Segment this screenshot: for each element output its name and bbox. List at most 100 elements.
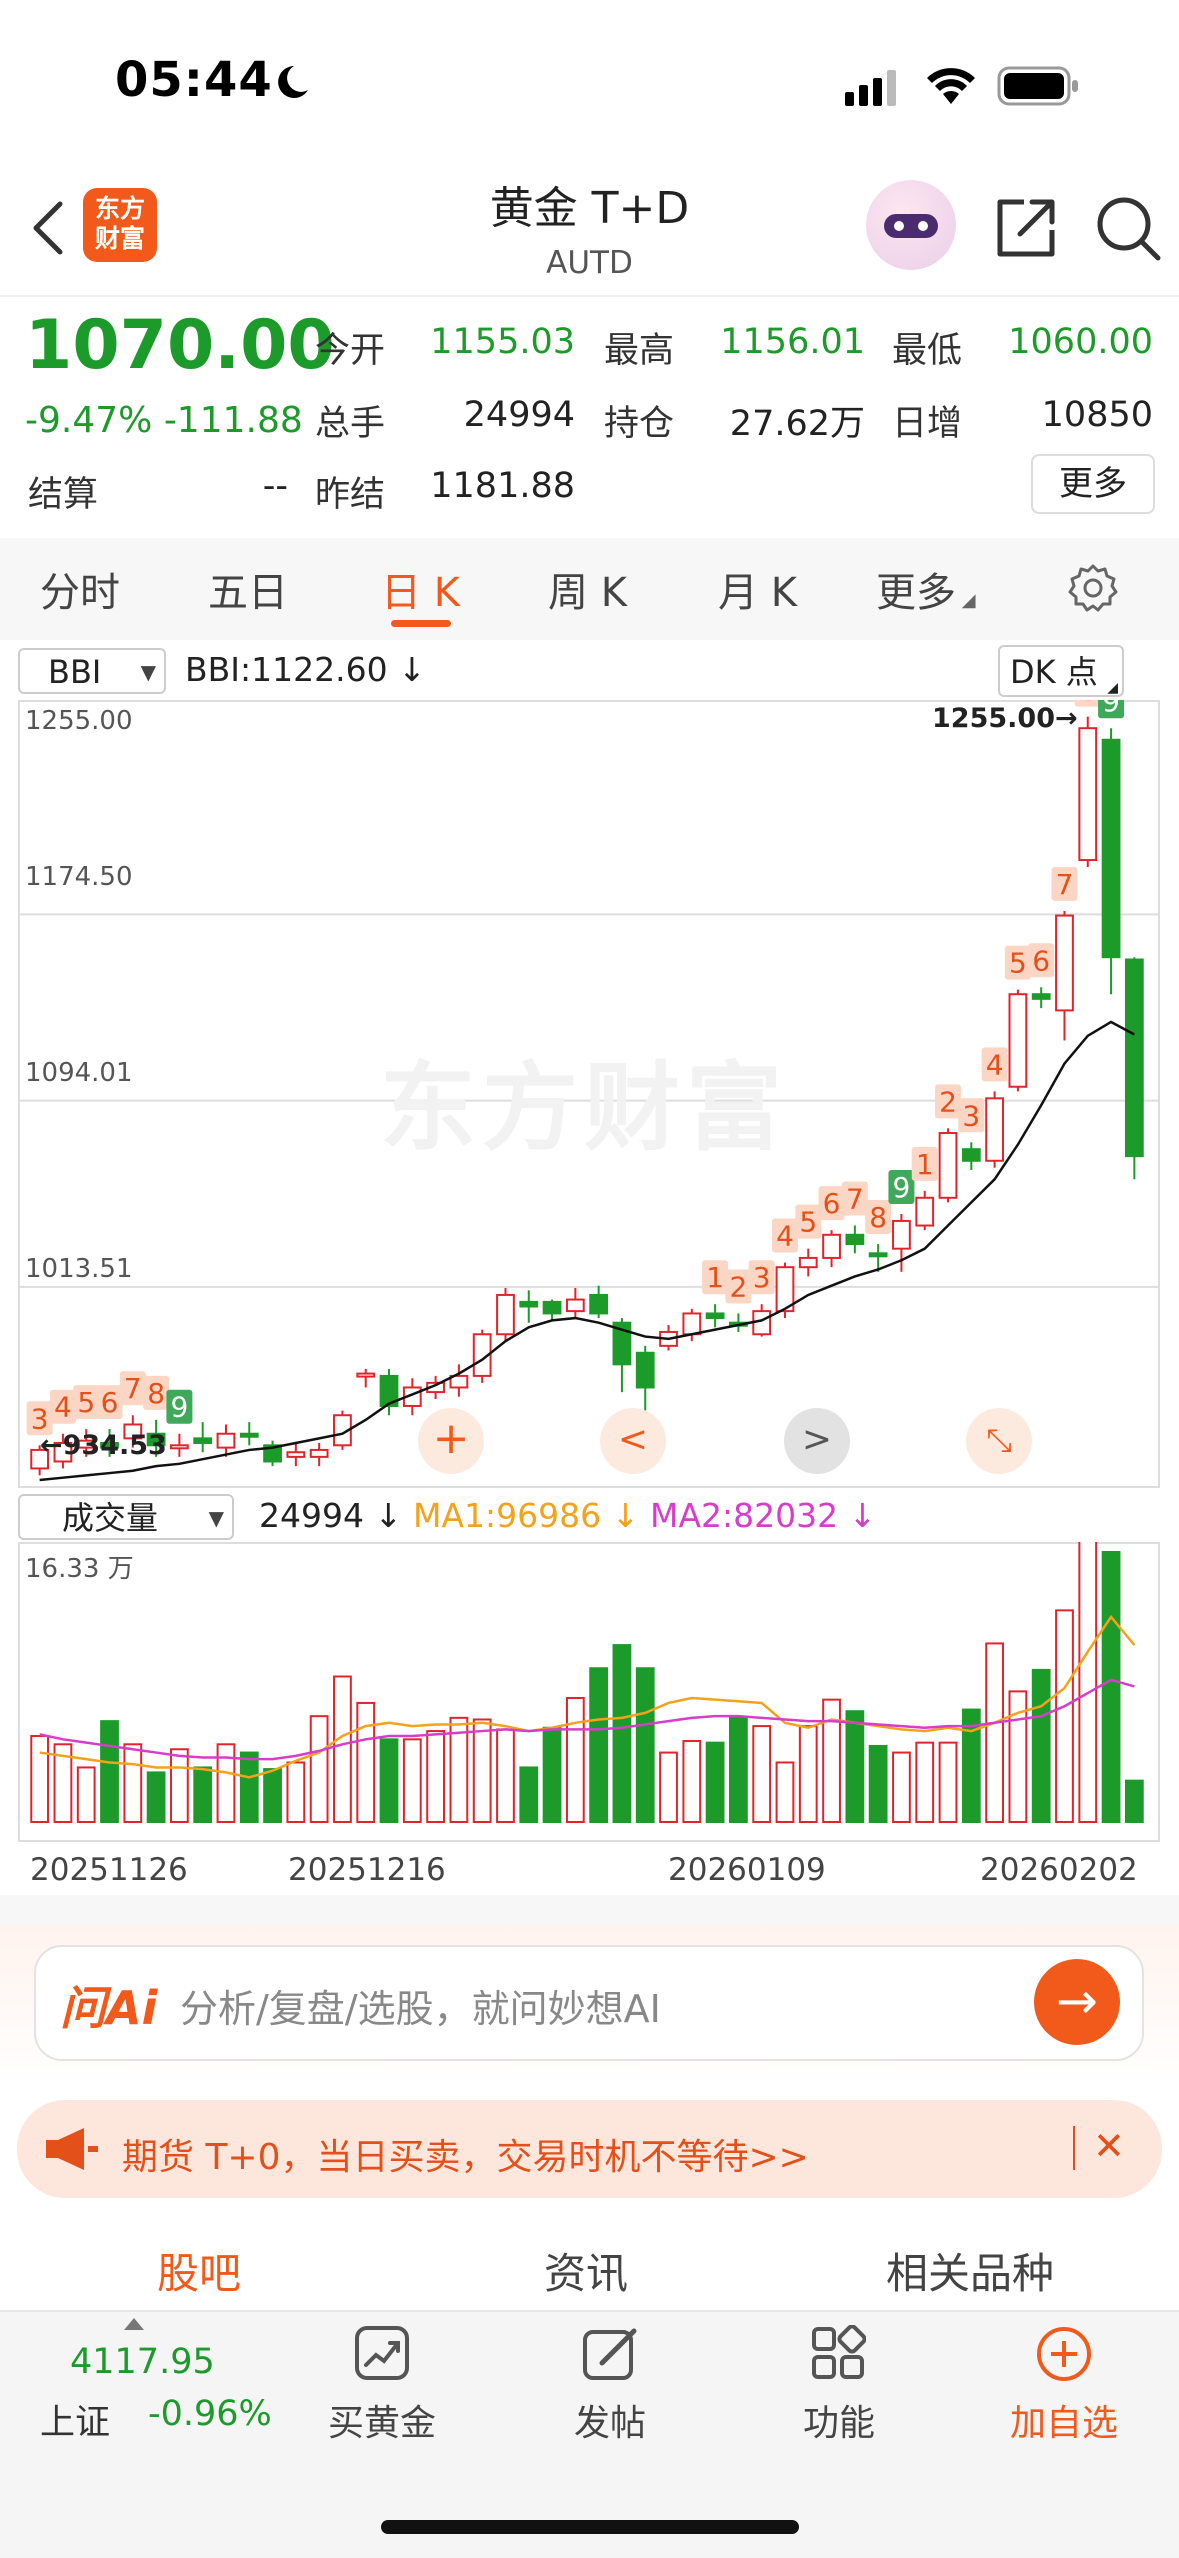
td-mark-number: 4 bbox=[776, 1220, 794, 1253]
td-mark-number: 6 bbox=[823, 1187, 841, 1220]
volume-bar bbox=[752, 1725, 772, 1823]
change-absolute: -111.88 bbox=[163, 400, 303, 441]
td-mark: 7 bbox=[841, 1181, 868, 1216]
volume-bar bbox=[472, 1718, 492, 1824]
volume-bar bbox=[333, 1675, 352, 1823]
nav-add-watchlist[interactable]: 加自选 bbox=[1010, 2394, 1118, 2446]
close-icon[interactable]: ✕ bbox=[1093, 2124, 1125, 2168]
td-mark: 7 bbox=[119, 1371, 146, 1406]
scroll-right-button[interactable]: > bbox=[784, 1408, 850, 1474]
assistant-avatar[interactable] bbox=[866, 180, 956, 270]
position-value: 27.62万 bbox=[729, 404, 865, 444]
volume-bar bbox=[216, 1743, 236, 1824]
volume-bar bbox=[30, 1735, 50, 1823]
search-icon[interactable] bbox=[1094, 194, 1164, 264]
tab-news[interactable]: 资讯 bbox=[544, 2240, 628, 2301]
volume-bar bbox=[985, 1642, 1004, 1823]
volume-bar bbox=[565, 1696, 585, 1823]
prev-settle-label: 昨结 bbox=[315, 475, 386, 515]
promo-banner-text[interactable]: 期货 T+0，当日买卖，交易时机不等待>> bbox=[122, 2128, 809, 2180]
more-quote-button[interactable]: 更多 bbox=[1031, 454, 1155, 514]
tab-daily-k[interactable]: 日 K bbox=[381, 560, 460, 618]
add-watchlist-icon[interactable] bbox=[1035, 2325, 1093, 2383]
td-mark: 9 bbox=[166, 1389, 193, 1424]
tab-monthly-k[interactable]: 月 K bbox=[718, 560, 797, 618]
prev-settle-value: 1181.88 bbox=[430, 466, 575, 506]
nav-buy-gold[interactable]: 买黄金 bbox=[328, 2394, 436, 2446]
collapse-arrow-icon[interactable] bbox=[124, 2318, 144, 2330]
volume-bar bbox=[729, 1716, 748, 1824]
candle-body bbox=[915, 1196, 935, 1227]
volume-chart[interactable] bbox=[18, 1542, 1160, 1842]
scroll-left-button[interactable]: < bbox=[600, 1408, 666, 1474]
buy-gold-icon[interactable] bbox=[354, 2325, 410, 2381]
volume-bar bbox=[193, 1766, 213, 1824]
index-change[interactable]: -0.96% bbox=[148, 2394, 272, 2434]
tab-intraday[interactable]: 分时 bbox=[40, 560, 120, 618]
volume-bar bbox=[659, 1751, 678, 1823]
y-tick-3: 1094.01 bbox=[25, 1058, 133, 1088]
volume-bar bbox=[146, 1771, 166, 1823]
dropdown-arrow-icon: ▼ bbox=[140, 660, 156, 684]
tab-five-day[interactable]: 五日 bbox=[208, 560, 288, 618]
price-change: -9.47% -111.88 bbox=[25, 400, 303, 441]
volume-bar bbox=[356, 1701, 376, 1823]
dropdown-arrow-icon: ▼ bbox=[208, 1506, 224, 1530]
compose-post-icon[interactable] bbox=[582, 2325, 640, 2381]
volume-bar bbox=[635, 1667, 655, 1823]
date-label-1: 20251126 bbox=[30, 1852, 188, 1888]
high-marker-label: 1255.00→ bbox=[932, 703, 1078, 734]
tab-guba[interactable]: 股吧 bbox=[157, 2240, 241, 2301]
date-label-4: 20260202 bbox=[980, 1852, 1138, 1888]
candle-body bbox=[682, 1312, 702, 1336]
nav-functions[interactable]: 功能 bbox=[803, 2394, 875, 2446]
bbi-value: BBI:1122.60 ↓ bbox=[185, 650, 426, 689]
tab-related[interactable]: 相关品种 bbox=[886, 2240, 1054, 2301]
home-indicator[interactable] bbox=[381, 2520, 799, 2534]
volume-label: 总手 bbox=[315, 404, 386, 444]
volume-value: 24994 bbox=[463, 395, 575, 435]
tab-weekly-k[interactable]: 周 K bbox=[548, 560, 627, 618]
status-time: 05:44 bbox=[115, 52, 273, 108]
td-mark-number: 4 bbox=[54, 1391, 72, 1424]
index-value[interactable]: 4117.95 bbox=[70, 2342, 215, 2382]
settings-gear-icon[interactable] bbox=[1068, 563, 1118, 613]
open-label: 今开 bbox=[315, 331, 386, 371]
volume-bar bbox=[612, 1644, 632, 1823]
td-mark-number: 7 bbox=[846, 1183, 864, 1216]
moon-icon bbox=[278, 66, 308, 98]
triangle-down-icon: ◢ bbox=[956, 590, 976, 611]
volume-bar bbox=[123, 1743, 143, 1824]
ai-input-placeholder[interactable]: 分析/复盘/选股，就问妙想AI bbox=[180, 1978, 661, 2033]
zoom-in-button[interactable]: + bbox=[418, 1408, 484, 1474]
functions-grid-icon[interactable] bbox=[810, 2325, 866, 2381]
dk-point-button[interactable]: DK 点 ◢ bbox=[998, 645, 1124, 697]
settle-label: 结算 bbox=[28, 475, 99, 515]
section-separator bbox=[0, 1895, 1179, 1925]
candle-body bbox=[1078, 727, 1098, 862]
nav-post[interactable]: 发帖 bbox=[574, 2394, 646, 2446]
td-mark-number: 5 bbox=[1009, 947, 1027, 980]
volume-bar bbox=[426, 1730, 445, 1824]
fullscreen-icon[interactable]: ⤡ bbox=[966, 1408, 1032, 1474]
volume-bar bbox=[519, 1766, 539, 1824]
open-value: 1155.03 bbox=[430, 322, 575, 362]
candle-body bbox=[938, 1132, 958, 1199]
ai-submit-arrow-icon[interactable]: → bbox=[1034, 1959, 1120, 2045]
candle-body bbox=[565, 1298, 585, 1313]
volume-indicator-select[interactable]: 成交量 ▼ bbox=[18, 1494, 234, 1540]
date-label-2: 20251216 bbox=[288, 1852, 446, 1888]
watermark: 东方财富 bbox=[380, 1052, 788, 1164]
td-mark-number: 2 bbox=[939, 1085, 957, 1118]
td-mark-number: 3 bbox=[753, 1261, 771, 1294]
date-label-3: 20260109 bbox=[668, 1852, 826, 1888]
low-label: 最低 bbox=[892, 331, 963, 371]
candle-body bbox=[309, 1448, 329, 1458]
td-mark-number: 9 bbox=[170, 1391, 188, 1424]
volume-bar bbox=[170, 1748, 189, 1823]
td-mark-number: 5 bbox=[799, 1206, 817, 1239]
share-icon[interactable] bbox=[994, 196, 1058, 260]
tab-more[interactable]: 更多 ◢ bbox=[876, 560, 976, 618]
main-indicator-select[interactable]: BBI ▼ bbox=[18, 648, 166, 694]
index-name[interactable]: 上证 bbox=[40, 2394, 110, 2445]
